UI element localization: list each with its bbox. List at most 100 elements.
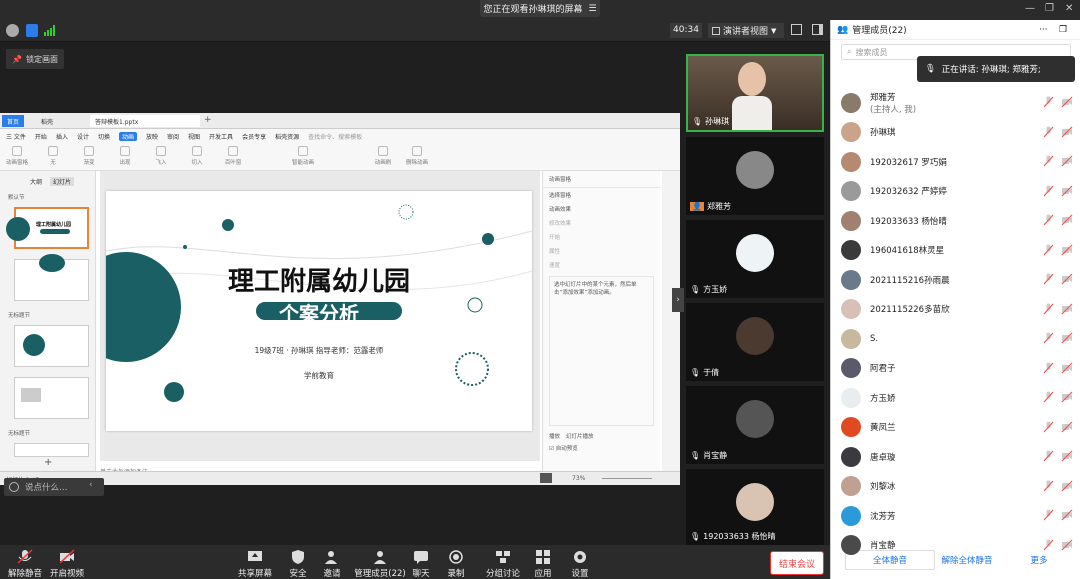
share-banner[interactable]: 您正在观看孙琳琪的屏幕 ☰ — [480, 0, 600, 17]
sidebar-toggle-icon[interactable] — [812, 24, 823, 35]
ribbon-anim-brush[interactable]: 动画刷 — [370, 146, 396, 166]
member-row[interactable]: 阿君子 — [831, 354, 1080, 383]
camera-off-icon[interactable] — [1061, 96, 1073, 108]
camera-off-icon[interactable] — [1061, 214, 1073, 226]
video-tile-2[interactable]: 👤 郑雅芳 — [686, 137, 824, 215]
member-row[interactable]: 192032617 罗巧娟 — [831, 147, 1080, 176]
signal-icon[interactable] — [44, 25, 56, 36]
mic-muted-icon[interactable] — [1043, 362, 1054, 374]
menu-member[interactable]: 会员专享 — [242, 132, 266, 141]
mic-muted-icon[interactable] — [1043, 96, 1054, 108]
menu-view[interactable]: 视图 — [188, 132, 200, 141]
lock-view-button[interactable]: 📌 锁定画面 — [6, 49, 64, 69]
anim-prop[interactable]: 属性 — [543, 244, 660, 258]
view-selector[interactable]: 演讲者视图 ▼ — [708, 23, 784, 38]
slide-thumb-3[interactable] — [14, 325, 89, 367]
member-row[interactable]: 唐卓璇 — [831, 442, 1080, 471]
invite-button[interactable]: 邀请 — [307, 549, 357, 579]
ribbon-appear[interactable]: 出现 — [112, 146, 138, 166]
tab-docer[interactable]: 稻壳 — [36, 115, 58, 127]
member-row[interactable]: 郑雅芳 (主持人, 我) — [831, 88, 1080, 117]
member-row[interactable]: 方玉娇 — [831, 383, 1080, 412]
tab-file[interactable]: 答辩模板1.pptx — [90, 115, 200, 127]
record-button[interactable]: 录制 — [431, 549, 481, 579]
mic-muted-icon[interactable] — [1043, 214, 1054, 226]
mic-muted-icon[interactable] — [1043, 155, 1054, 167]
mic-muted-icon[interactable] — [1043, 303, 1054, 315]
ribbon-delete-anim[interactable]: 删除动画 — [404, 146, 430, 166]
settings-button[interactable]: 设置 — [555, 549, 605, 579]
play-button[interactable]: 播放 — [549, 432, 560, 440]
expand-icon[interactable]: › — [672, 288, 684, 312]
ribbon-fly[interactable]: 飞入 — [148, 146, 174, 166]
ribbon-fade[interactable]: 渐变 — [76, 146, 102, 166]
minimize-icon[interactable]: — — [1025, 3, 1035, 14]
member-row[interactable]: 沈芳芳 — [831, 501, 1080, 530]
slideshow-button[interactable]: 幻灯片播放 — [566, 432, 594, 440]
emoji-icon[interactable] — [9, 482, 19, 492]
add-tab-icon[interactable]: + — [204, 115, 212, 125]
mic-muted-icon[interactable] — [1043, 539, 1054, 551]
video-tile-5[interactable]: 🎙 肖宝静 — [686, 386, 824, 464]
collapse-chat-icon[interactable]: ‹ — [89, 480, 93, 490]
menu-slideshow[interactable]: 放映 — [146, 132, 158, 141]
video-button[interactable]: 开启视频 — [42, 549, 92, 579]
slide-thumb-1[interactable]: 理工附属幼儿园 — [6, 207, 89, 249]
member-row[interactable]: 2021115226多苗欣 — [831, 295, 1080, 324]
anim-speed[interactable]: 速度 — [543, 258, 660, 272]
menu-design[interactable]: 设计 — [77, 132, 89, 141]
mic-muted-icon[interactable] — [1043, 480, 1054, 492]
mic-muted-icon[interactable] — [1043, 273, 1054, 285]
ribbon-none[interactable]: 无 — [40, 146, 66, 166]
slide[interactable]: 理工附属幼儿园 个案分析 19级7班 · 孙琳琪 指导老师：范露老师 学前教育 — [106, 191, 532, 431]
member-row[interactable]: 192032632 严婷婷 — [831, 177, 1080, 206]
mic-muted-icon[interactable] — [1043, 450, 1054, 462]
mic-muted-icon[interactable] — [1043, 421, 1054, 433]
menu-docer[interactable]: 稻壳资源 — [275, 132, 299, 141]
menu-insert[interactable]: 插入 — [56, 132, 68, 141]
member-row[interactable]: 刘黎冰 — [831, 472, 1080, 501]
ribbon-smart-anim[interactable]: 智能动画 — [290, 146, 316, 166]
camera-off-icon[interactable] — [1061, 391, 1073, 403]
camera-off-icon[interactable] — [1061, 126, 1073, 138]
camera-off-icon[interactable] — [1061, 362, 1073, 374]
mic-muted-icon[interactable] — [1043, 126, 1054, 138]
menu-animation[interactable]: 动画 — [118, 131, 137, 141]
slide-thumb-5[interactable] — [14, 443, 89, 457]
camera-off-icon[interactable] — [1061, 539, 1073, 551]
ribbon-cut[interactable]: 切入 — [184, 146, 210, 166]
member-row[interactable]: 黄凤兰 — [831, 413, 1080, 442]
tab-home[interactable]: 首页 — [2, 115, 25, 127]
member-row[interactable]: S. — [831, 324, 1080, 353]
add-slide-icon[interactable]: + — [44, 457, 52, 468]
camera-off-icon[interactable] — [1061, 480, 1073, 492]
select-pane-link[interactable]: 选择窗格 — [543, 188, 660, 202]
autopreview-checkbox[interactable]: ☑ 自动预览 — [543, 442, 660, 454]
restore-icon[interactable]: ❐ — [1045, 3, 1054, 14]
slide-thumb-4[interactable] — [14, 377, 89, 419]
mic-muted-icon[interactable] — [1043, 244, 1054, 256]
camera-off-icon[interactable] — [1061, 273, 1073, 285]
more-icon[interactable]: ··· — [1039, 25, 1048, 35]
search-command[interactable]: 查找命令、搜索模板 — [308, 132, 362, 141]
menu-review[interactable]: 审阅 — [167, 132, 179, 141]
video-tile-3[interactable]: 🎙 方玉娇 — [686, 220, 824, 298]
mic-muted-icon[interactable] — [1043, 332, 1054, 344]
member-row[interactable]: 2021115216孙雨晨 — [831, 265, 1080, 294]
mic-muted-icon[interactable] — [1043, 509, 1054, 521]
camera-off-icon[interactable] — [1061, 244, 1073, 256]
info-icon[interactable] — [6, 24, 19, 37]
mic-muted-icon[interactable] — [1043, 185, 1054, 197]
end-meeting-button[interactable]: 结束会议 — [770, 551, 824, 575]
menu-dev[interactable]: 开发工具 — [209, 132, 233, 141]
zoom-slider[interactable] — [602, 478, 652, 479]
camera-off-icon[interactable] — [1061, 332, 1073, 344]
camera-off-icon[interactable] — [1061, 185, 1073, 197]
video-tile-1[interactable]: 🎙 孙琳琪 — [686, 54, 824, 132]
camera-off-icon[interactable] — [1061, 303, 1073, 315]
member-row[interactable]: 192033633 杨怡晴 — [831, 206, 1080, 235]
anim-start[interactable]: 开始 — [543, 230, 660, 244]
outline-tab[interactable]: 大纲 — [30, 177, 42, 186]
close-icon[interactable]: ✕ — [1065, 3, 1073, 14]
ribbon-blinds[interactable]: 百叶窗 — [220, 146, 246, 166]
